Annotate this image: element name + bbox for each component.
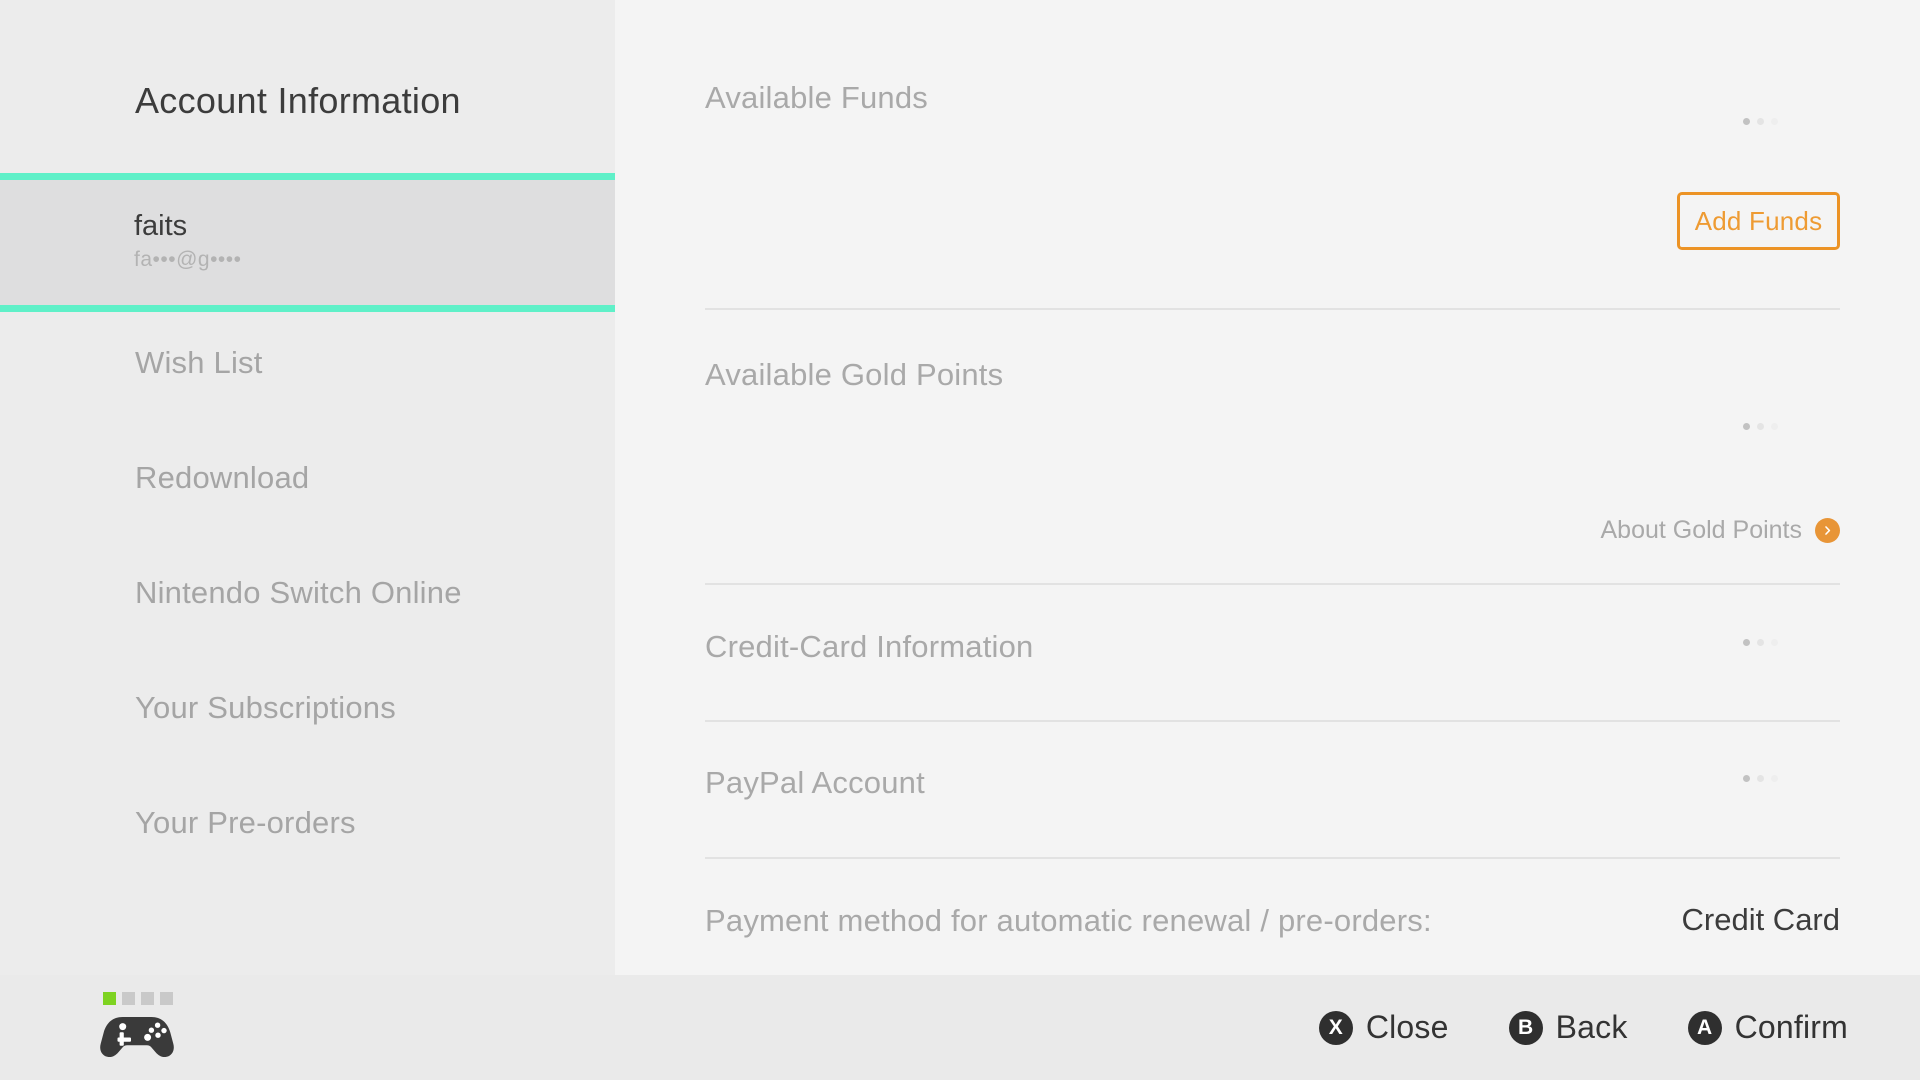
section-paypal-account[interactable]: PayPal Account bbox=[705, 722, 1840, 859]
gold-points-loading-dots bbox=[1743, 423, 1778, 430]
add-funds-button[interactable]: Add Funds bbox=[1677, 192, 1840, 250]
hint-close-label: Close bbox=[1365, 1009, 1449, 1045]
hint-close[interactable]: X Close bbox=[1318, 1009, 1449, 1046]
page-title: Account Information bbox=[135, 80, 461, 121]
section-available-gold-points: Available Gold Points About Gold Points bbox=[705, 310, 1840, 585]
about-gold-points-link[interactable]: About Gold Points bbox=[1600, 516, 1840, 545]
sidebar-item-your-subscriptions[interactable]: Your Subscriptions bbox=[0, 650, 615, 765]
sidebar-item-label: Wish List bbox=[135, 344, 263, 380]
gamepad-icon bbox=[100, 1017, 174, 1058]
account-name: faits bbox=[134, 210, 188, 243]
credit-card-information-label: Credit-Card Information bbox=[705, 629, 1034, 664]
section-credit-card-information[interactable]: Credit-Card Information bbox=[705, 585, 1840, 722]
account-information-screen: Account Information faits fa•••@g•••• Wi… bbox=[0, 0, 1920, 1080]
paypal-loading-dots bbox=[1743, 775, 1778, 782]
bottom-bar: X Close B Back A Confirm bbox=[0, 975, 1920, 1080]
button-b-icon: B bbox=[1508, 1010, 1543, 1045]
button-x-icon: X bbox=[1318, 1010, 1353, 1045]
available-funds-label: Available Funds bbox=[705, 80, 929, 115]
available-gold-points-label: Available Gold Points bbox=[705, 357, 1004, 392]
section-available-funds: Available Funds Add Funds bbox=[705, 0, 1840, 310]
payment-method-value: Credit Card bbox=[1681, 902, 1841, 937]
sidebar-item-wish-list[interactable]: Wish List bbox=[0, 305, 615, 420]
sidebar-item-your-pre-orders[interactable]: Your Pre-orders bbox=[0, 765, 615, 880]
chevron-right-icon bbox=[1815, 518, 1840, 543]
credit-card-loading-dots bbox=[1743, 639, 1778, 646]
sidebar-item-label: Your Pre-orders bbox=[135, 804, 356, 840]
sidebar-item-label: Redownload bbox=[135, 459, 310, 495]
content-panel: Available Funds Add Funds Available Gold… bbox=[615, 0, 1920, 975]
sidebar-item-label: Nintendo Switch Online bbox=[135, 574, 462, 610]
about-gold-points-label: About Gold Points bbox=[1600, 516, 1802, 544]
sidebar-item-redownload[interactable]: Redownload bbox=[0, 420, 615, 535]
sidebar-item-label: Your Subscriptions bbox=[135, 689, 396, 725]
hint-back-label: Back bbox=[1555, 1009, 1628, 1045]
button-hints: X Close B Back A Confirm bbox=[1318, 975, 1848, 1080]
sidebar-item-account[interactable]: faits fa•••@g•••• bbox=[0, 180, 619, 305]
sidebar: Account Information faits fa•••@g•••• Wi… bbox=[0, 0, 619, 975]
account-email-masked: fa•••@g•••• bbox=[134, 248, 242, 272]
section-payment-method[interactable]: Payment method for automatic renewal / p… bbox=[705, 859, 1840, 979]
sidebar-item-nintendo-switch-online[interactable]: Nintendo Switch Online bbox=[0, 535, 615, 650]
hint-confirm-label: Confirm bbox=[1734, 1009, 1848, 1045]
player-slot-4 bbox=[160, 992, 173, 1005]
content-inner: Available Funds Add Funds Available Gold… bbox=[705, 0, 1840, 975]
player-slot-1 bbox=[103, 992, 116, 1005]
body-area: Account Information faits fa•••@g•••• Wi… bbox=[0, 0, 1920, 975]
available-funds-loading-dots bbox=[1743, 118, 1778, 125]
sidebar-nav-list: faits fa•••@g•••• Wish List Redownload N… bbox=[0, 180, 619, 880]
button-a-icon: A bbox=[1687, 1010, 1722, 1045]
paypal-account-label: PayPal Account bbox=[705, 765, 925, 800]
hint-back[interactable]: B Back bbox=[1508, 1009, 1628, 1046]
player-slot-2 bbox=[122, 992, 135, 1005]
player-indicator bbox=[100, 992, 178, 1061]
payment-method-label: Payment method for automatic renewal / p… bbox=[705, 903, 1432, 938]
hint-confirm[interactable]: A Confirm bbox=[1687, 1009, 1848, 1046]
player-slot-3 bbox=[141, 992, 154, 1005]
player-slot-indicators bbox=[100, 992, 178, 1005]
